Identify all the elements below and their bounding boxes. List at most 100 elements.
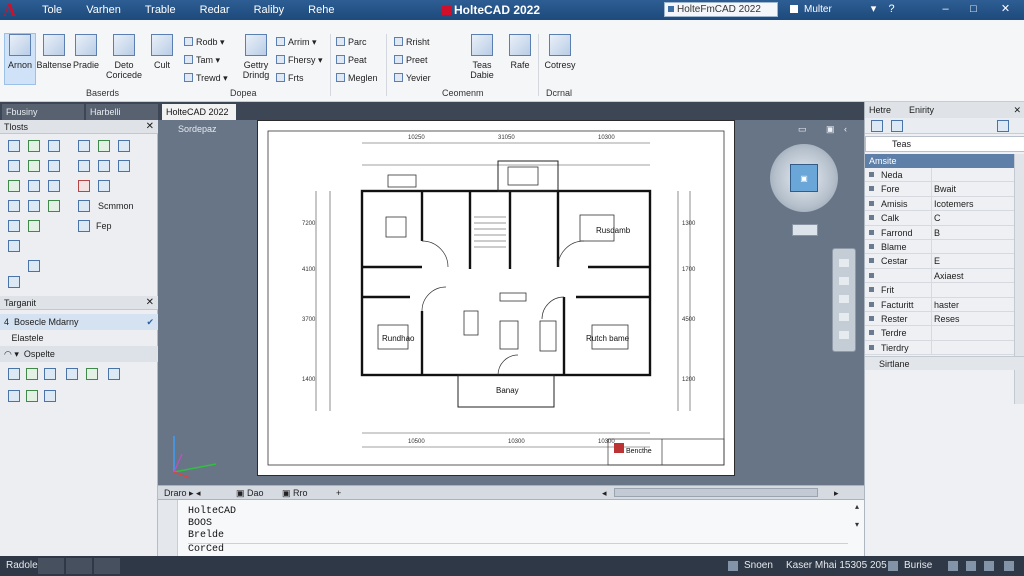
customize-icon[interactable] bbox=[984, 561, 994, 571]
zoom-icon[interactable] bbox=[78, 220, 90, 232]
ribbon-button-deto[interactable]: Deto Coricede bbox=[104, 34, 144, 80]
drawing-canvas[interactable]: Sordepaz Rusdamb Rundhao Rutch bame Bana… bbox=[158, 120, 864, 485]
wipeout-icon[interactable] bbox=[8, 276, 20, 288]
user-sign-in[interactable]: Multer bbox=[790, 0, 832, 20]
maximize-icon[interactable]: □ bbox=[968, 4, 979, 15]
steering-wheel-icon[interactable] bbox=[839, 331, 849, 339]
workspace-icon[interactable] bbox=[966, 561, 976, 571]
showmotion-icon[interactable] bbox=[839, 313, 849, 321]
ribbon-item-peat[interactable]: Peat bbox=[336, 54, 367, 66]
palette-row-checked[interactable]: 4 Bosecle Mdarny ✔ bbox=[0, 314, 158, 330]
erase-icon[interactable] bbox=[8, 160, 20, 172]
ribbon-item-parc[interactable]: Parc bbox=[336, 36, 367, 48]
property-value[interactable]: Icotemers bbox=[931, 196, 1015, 211]
ribbon-item-preet[interactable]: Preet bbox=[394, 54, 428, 66]
ribbon-item-rrisht[interactable]: Rrisht bbox=[394, 36, 430, 48]
quick-select-icon[interactable] bbox=[891, 120, 903, 132]
insert-icon[interactable] bbox=[8, 220, 20, 232]
status-space[interactable]: Snoen bbox=[744, 556, 773, 576]
tab-layout2[interactable]: ▣ Rro bbox=[282, 486, 308, 500]
navigation-bar[interactable] bbox=[832, 248, 856, 352]
dim-continue-icon[interactable] bbox=[8, 390, 20, 402]
orbit-icon[interactable] bbox=[839, 295, 849, 303]
ribbon-item-yevier[interactable]: Yevier bbox=[394, 72, 431, 84]
scroll-left-icon[interactable]: ◂ bbox=[602, 486, 607, 500]
add-layout-icon[interactable]: + bbox=[336, 486, 341, 500]
exchange-icon[interactable]: ▾ bbox=[868, 4, 879, 15]
scroll-right-icon[interactable]: ▸ bbox=[834, 486, 839, 500]
property-value[interactable]: E bbox=[931, 254, 1015, 269]
close-icon[interactable]: ✕ bbox=[1013, 102, 1021, 118]
property-row[interactable]: Tierdry bbox=[865, 340, 1015, 356]
join-icon[interactable] bbox=[98, 180, 110, 192]
status-tab[interactable] bbox=[38, 558, 64, 574]
close-icon[interactable]: ✕ bbox=[146, 296, 154, 310]
maximize-viewport-icon[interactable]: ▭ bbox=[798, 124, 807, 135]
viewcube-controls[interactable] bbox=[792, 224, 818, 236]
tab-layout1[interactable]: ▣ Dao bbox=[236, 486, 264, 500]
app-logo-icon[interactable]: A bbox=[3, 1, 25, 19]
tolerance-icon[interactable] bbox=[44, 390, 56, 402]
property-row[interactable]: Blame bbox=[865, 240, 1015, 255]
tab-file2[interactable]: Harbelli bbox=[86, 104, 158, 120]
property-row[interactable]: Axiaest bbox=[865, 268, 1015, 284]
ribbon-item-tam[interactable]: Tam ▾ bbox=[184, 54, 220, 66]
viewcube-top-face[interactable]: ▣ bbox=[790, 164, 818, 192]
close-icon[interactable]: ✕ bbox=[1000, 4, 1011, 15]
property-row[interactable]: Amisis Icotemers bbox=[865, 196, 1015, 212]
property-row[interactable]: Farrond B bbox=[865, 225, 1015, 240]
viewcube[interactable]: ▣ bbox=[770, 144, 838, 212]
snap-label[interactable]: Scmmon bbox=[98, 200, 134, 212]
layout-sheet[interactable]: Rusdamb Rundhao Rutch bame Banay 10250 3… bbox=[257, 120, 735, 476]
toggle-pickadd-icon[interactable] bbox=[997, 120, 1009, 132]
zoom-extents-icon[interactable] bbox=[839, 277, 849, 285]
point-icon[interactable] bbox=[28, 220, 40, 232]
circle-icon[interactable] bbox=[48, 160, 60, 172]
status-tab[interactable] bbox=[66, 558, 92, 574]
rectangle-icon[interactable] bbox=[48, 140, 60, 152]
ribbon-item-meglen[interactable]: Meglen bbox=[336, 72, 378, 84]
property-value[interactable] bbox=[931, 326, 1015, 341]
ribbon-item-trewd[interactable]: Trewd ▾ bbox=[184, 72, 228, 84]
polygon-icon[interactable] bbox=[78, 140, 90, 152]
properties-footer[interactable]: Sirtlane bbox=[865, 356, 1024, 370]
status-mode[interactable]: Burise bbox=[904, 556, 932, 576]
property-row[interactable]: Rester Reses bbox=[865, 312, 1015, 327]
pointer-icon[interactable] bbox=[8, 140, 20, 152]
pan-icon[interactable] bbox=[839, 259, 849, 267]
ribbon-button-baltense[interactable]: Baltense bbox=[36, 34, 72, 70]
dim-radius-icon[interactable] bbox=[66, 368, 78, 380]
property-value[interactable] bbox=[931, 283, 1015, 298]
close-icon[interactable]: ✕ bbox=[146, 120, 154, 134]
property-row[interactable]: Calk C bbox=[865, 211, 1015, 226]
properties-filter-dropdown[interactable]: Teas bbox=[865, 136, 1024, 152]
menu-item-tole[interactable]: Tole bbox=[30, 0, 74, 20]
search-input[interactable]: HolteFmCAD 2022 bbox=[664, 2, 778, 17]
ribbon-item-frts[interactable]: Frts bbox=[276, 72, 304, 84]
ribbon-item-arrim[interactable]: Arrim ▾ bbox=[276, 36, 317, 48]
menu-item-redar[interactable]: Redar bbox=[188, 0, 242, 20]
ribbon-button-rafe[interactable]: Rafe bbox=[502, 34, 538, 70]
annotation-scale-icon[interactable] bbox=[948, 561, 958, 571]
horizontal-scrollbar[interactable] bbox=[614, 488, 818, 497]
ribbon-button-gettry[interactable]: Gettry Drindg bbox=[238, 34, 274, 80]
property-value[interactable]: haster bbox=[931, 297, 1015, 312]
property-value[interactable] bbox=[931, 340, 1015, 355]
grid-toggle-icon[interactable] bbox=[728, 561, 738, 571]
property-value[interactable]: Bwait bbox=[931, 182, 1015, 197]
ribbon-button-arnon[interactable]: Arnon bbox=[4, 33, 36, 85]
help-icon[interactable]: ? bbox=[886, 4, 897, 15]
offset-icon[interactable] bbox=[78, 160, 90, 172]
measure-icon[interactable] bbox=[8, 200, 20, 212]
align-icon[interactable] bbox=[28, 200, 40, 212]
status-tab[interactable] bbox=[94, 558, 120, 574]
palette-row-2[interactable]: Elastele bbox=[0, 330, 158, 346]
property-value[interactable] bbox=[931, 240, 1015, 254]
dim-diameter-icon[interactable] bbox=[86, 368, 98, 380]
ribbon-button-pradie[interactable]: Pradie bbox=[68, 34, 104, 70]
ribbon-button-teas[interactable]: Teas Dabie bbox=[462, 34, 502, 80]
snap-toggle-icon[interactable] bbox=[888, 561, 898, 571]
ribbon-button-cult[interactable]: Cult bbox=[144, 34, 180, 70]
minimize-icon[interactable]: – bbox=[940, 4, 951, 15]
property-row[interactable]: Facturitt haster bbox=[865, 297, 1015, 312]
